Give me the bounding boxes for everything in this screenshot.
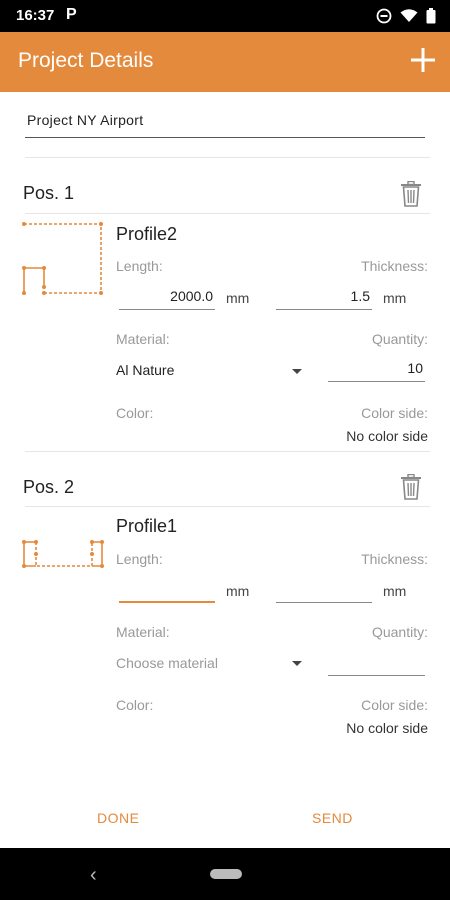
do-not-disturb-icon	[376, 8, 392, 24]
project-name-input[interactable]	[25, 112, 425, 128]
quantity-input[interactable]	[328, 654, 425, 670]
status-time: 16:37	[16, 7, 55, 24]
profile-name: Profile2	[116, 224, 178, 244]
quantity-field[interactable]	[328, 360, 425, 382]
thickness-input[interactable]	[276, 288, 372, 304]
length-input[interactable]	[119, 581, 215, 597]
home-pill-icon[interactable]	[210, 869, 242, 879]
material-label: Material:	[116, 331, 170, 347]
wifi-icon	[400, 9, 418, 22]
divider	[25, 213, 430, 214]
trash-icon[interactable]	[400, 181, 422, 207]
material-label: Material:	[116, 624, 170, 640]
color-label: Color:	[116, 405, 154, 421]
chevron-down-icon[interactable]	[292, 369, 302, 374]
add-icon[interactable]	[408, 45, 438, 75]
thickness-field[interactable]	[276, 581, 372, 603]
color-label: Color:	[116, 697, 154, 713]
thickness-input[interactable]	[276, 581, 372, 597]
profile-name: Profile1	[116, 516, 178, 536]
profile-shape-icon	[22, 222, 103, 295]
length-label: Length:	[116, 258, 163, 274]
thickness-label: Thickness:	[361, 258, 428, 274]
page-title: Project Details	[18, 49, 154, 72]
color-side-value[interactable]: No color side	[346, 720, 428, 736]
material-placeholder[interactable]: Choose material	[116, 655, 218, 671]
divider	[25, 506, 430, 507]
quantity-label: Quantity:	[371, 624, 428, 640]
position-title: Pos. 2	[23, 477, 75, 497]
thickness-label: Thickness:	[361, 551, 428, 567]
position-title: Pos. 1	[23, 183, 75, 203]
length-field[interactable]	[119, 581, 215, 603]
battery-icon	[426, 8, 436, 24]
length-input[interactable]	[119, 288, 215, 304]
thickness-field[interactable]	[276, 288, 372, 310]
status-bar: 16:37 P	[0, 0, 450, 32]
quantity-input[interactable]	[328, 360, 425, 376]
length-unit: mm	[226, 583, 250, 599]
navigation-bar: ‹	[0, 848, 450, 900]
divider	[25, 451, 430, 452]
app-bar: Project Details	[0, 32, 450, 92]
back-icon[interactable]: ‹	[90, 864, 97, 887]
thickness-unit: mm	[383, 583, 407, 599]
color-side-label: Color side:	[361, 405, 428, 421]
length-unit: mm	[226, 290, 250, 306]
color-side-label: Color side:	[361, 697, 428, 713]
send-button[interactable]: SEND	[312, 810, 353, 826]
color-side-value[interactable]: No color side	[346, 428, 428, 444]
length-field[interactable]	[119, 288, 215, 310]
length-label: Length:	[116, 551, 163, 567]
divider	[25, 157, 430, 158]
trash-icon[interactable]	[400, 474, 422, 500]
chevron-down-icon[interactable]	[292, 661, 302, 666]
quantity-label: Quantity:	[371, 331, 428, 347]
material-value[interactable]: Al Nature	[116, 362, 174, 378]
profile-shape-icon	[22, 540, 104, 568]
thickness-unit: mm	[383, 290, 407, 306]
status-icons	[376, 8, 436, 24]
done-button[interactable]: DONE	[97, 810, 139, 826]
app-notification-letter: P	[66, 6, 77, 23]
quantity-field[interactable]	[328, 654, 425, 676]
project-name-field[interactable]	[25, 112, 425, 138]
